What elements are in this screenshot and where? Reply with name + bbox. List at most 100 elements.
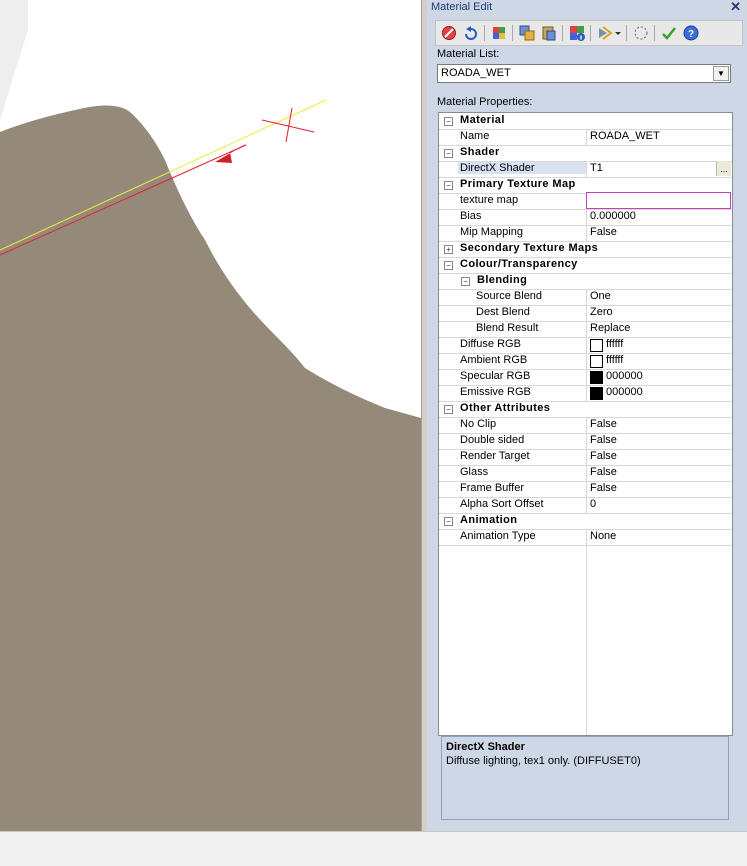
cancel-icon[interactable]	[440, 24, 458, 42]
property-value[interactable]: Zero	[590, 306, 613, 318]
panel-title: Material Edit	[431, 1, 493, 13]
category-animation[interactable]: − Animation	[439, 513, 732, 530]
property-label: DirectX Shader	[458, 162, 586, 174]
color-swatch[interactable]	[590, 355, 603, 368]
property-label: Specular RGB	[460, 370, 531, 382]
help-panel: DirectX Shader Diffuse lighting, tex1 on…	[441, 736, 729, 820]
property-label: Bias	[460, 210, 482, 222]
property-value[interactable]: ROADA_WET	[590, 130, 660, 142]
material-dropdown-icon[interactable]	[596, 24, 622, 42]
property-row-dest-blend[interactable]: Dest Blend Zero	[439, 305, 732, 322]
property-value[interactable]: False	[590, 450, 617, 462]
property-label: Frame Buffer	[460, 482, 524, 494]
property-row-emissive-rgb[interactable]: Emissive RGB 000000	[439, 385, 732, 402]
property-value[interactable]: T1	[590, 162, 603, 174]
property-value[interactable]: False	[590, 226, 617, 238]
help-description: Diffuse lighting, tex1 only. (DIFFUSET0)	[446, 755, 641, 767]
property-row-diffuse-rgb[interactable]: Diffuse RGB ffffff	[439, 337, 732, 354]
property-value[interactable]: ffffff	[606, 354, 623, 366]
texture-map-input[interactable]	[586, 192, 731, 209]
material-properties-label: Material Properties:	[437, 96, 533, 108]
property-row-double-sided[interactable]: Double sided False	[439, 433, 732, 450]
category-blending[interactable]: − Blending	[439, 273, 732, 290]
material-list-value: ROADA_WET	[441, 67, 511, 79]
property-row-mip-mapping[interactable]: Mip Mapping False	[439, 225, 732, 242]
apply-check-icon[interactable]	[660, 24, 678, 42]
close-icon[interactable]: ✕	[730, 0, 741, 15]
new-material-icon[interactable]	[490, 24, 508, 42]
property-row-specular-rgb[interactable]: Specular RGB 000000	[439, 369, 732, 386]
property-value[interactable]: 0	[590, 498, 596, 510]
property-value[interactable]: Replace	[590, 322, 630, 334]
category-label: Secondary Texture Maps	[460, 242, 599, 254]
property-value[interactable]: 000000	[606, 370, 643, 382]
browse-button[interactable]: ...	[716, 161, 731, 176]
collapse-icon[interactable]: −	[444, 149, 453, 158]
grid-divider	[586, 545, 587, 735]
undo-icon[interactable]	[462, 24, 480, 42]
property-row-source-blend[interactable]: Source Blend One	[439, 289, 732, 306]
property-row-texture-map[interactable]: texture map	[439, 192, 732, 210]
property-label: Glass	[460, 466, 489, 478]
category-other-attributes[interactable]: − Other Attributes	[439, 401, 732, 418]
expand-icon[interactable]: +	[444, 245, 453, 254]
terrain-mesh[interactable]	[0, 105, 421, 831]
property-label: Ambient RGB	[460, 354, 528, 366]
property-grid: − Material Name ROADA_WET − Shader Direc…	[438, 112, 733, 736]
property-row-bias[interactable]: Bias 0.000000	[439, 209, 732, 226]
color-swatch[interactable]	[590, 387, 603, 400]
category-secondary-texture-maps[interactable]: + Secondary Texture Maps	[439, 241, 732, 258]
property-label: Double sided	[460, 434, 525, 446]
property-label: Animation Type	[460, 530, 536, 542]
chevron-down-icon[interactable]: ▼	[713, 66, 729, 81]
help-icon[interactable]: ?	[682, 24, 700, 42]
property-row-alpha-sort-offset[interactable]: Alpha Sort Offset 0	[439, 497, 732, 514]
category-material[interactable]: − Material	[439, 113, 732, 130]
property-value[interactable]: False	[590, 466, 617, 478]
copy-icon[interactable]	[518, 24, 536, 42]
property-row-name[interactable]: Name ROADA_WET	[439, 129, 732, 146]
background-wedge	[0, 0, 28, 120]
material-list-dropdown[interactable]: ROADA_WET ▼	[437, 64, 731, 83]
paste-icon[interactable]	[540, 24, 558, 42]
property-label: Alpha Sort Offset	[460, 498, 544, 510]
category-label: Blending	[477, 274, 528, 286]
property-value[interactable]: 0.000000	[590, 210, 636, 222]
category-shader[interactable]: − Shader	[439, 145, 732, 162]
material-edit-panel: Material Edit ✕ ? Material List: ROADA_W…	[427, 0, 747, 831]
collapse-icon[interactable]: −	[444, 117, 453, 126]
material-info-icon[interactable]	[568, 24, 586, 42]
color-swatch[interactable]	[590, 371, 603, 384]
panel-titlebar: Material Edit ✕	[427, 0, 747, 16]
property-row-ambient-rgb[interactable]: Ambient RGB ffffff	[439, 353, 732, 370]
property-value[interactable]: False	[590, 418, 617, 430]
collapse-icon[interactable]: −	[444, 517, 453, 526]
property-row-blend-result[interactable]: Blend Result Replace	[439, 321, 732, 338]
collapse-icon[interactable]: −	[444, 181, 453, 190]
property-value[interactable]: False	[590, 482, 617, 494]
3d-viewport[interactable]	[0, 0, 421, 831]
property-value[interactable]: One	[590, 290, 611, 302]
select-circle-icon[interactable]	[632, 24, 650, 42]
collapse-icon[interactable]: −	[461, 277, 470, 286]
property-value[interactable]: 000000	[606, 386, 643, 398]
property-value[interactable]: None	[590, 530, 616, 542]
viewport-scene[interactable]	[0, 0, 421, 831]
property-row-frame-buffer[interactable]: Frame Buffer False	[439, 481, 732, 498]
property-label: Name	[460, 130, 490, 142]
property-row-render-target[interactable]: Render Target False	[439, 449, 732, 466]
property-row-directx-shader[interactable]: DirectX Shader T1 ...	[439, 161, 732, 178]
property-value[interactable]: ffffff	[606, 338, 623, 350]
color-swatch[interactable]	[590, 339, 603, 352]
category-label: Colour/Transparency	[460, 258, 578, 270]
collapse-icon[interactable]: −	[444, 261, 453, 270]
property-row-animation-type[interactable]: Animation Type None	[439, 529, 732, 546]
property-label: Source Blend	[476, 290, 543, 302]
category-label: Other Attributes	[460, 402, 551, 414]
property-row-no-clip[interactable]: No Clip False	[439, 417, 732, 434]
property-row-glass[interactable]: Glass False	[439, 465, 732, 482]
category-colour-transparency[interactable]: − Colour/Transparency	[439, 257, 732, 274]
toolbar: ?	[435, 20, 743, 46]
collapse-icon[interactable]: −	[444, 405, 453, 414]
property-value[interactable]: False	[590, 434, 617, 446]
